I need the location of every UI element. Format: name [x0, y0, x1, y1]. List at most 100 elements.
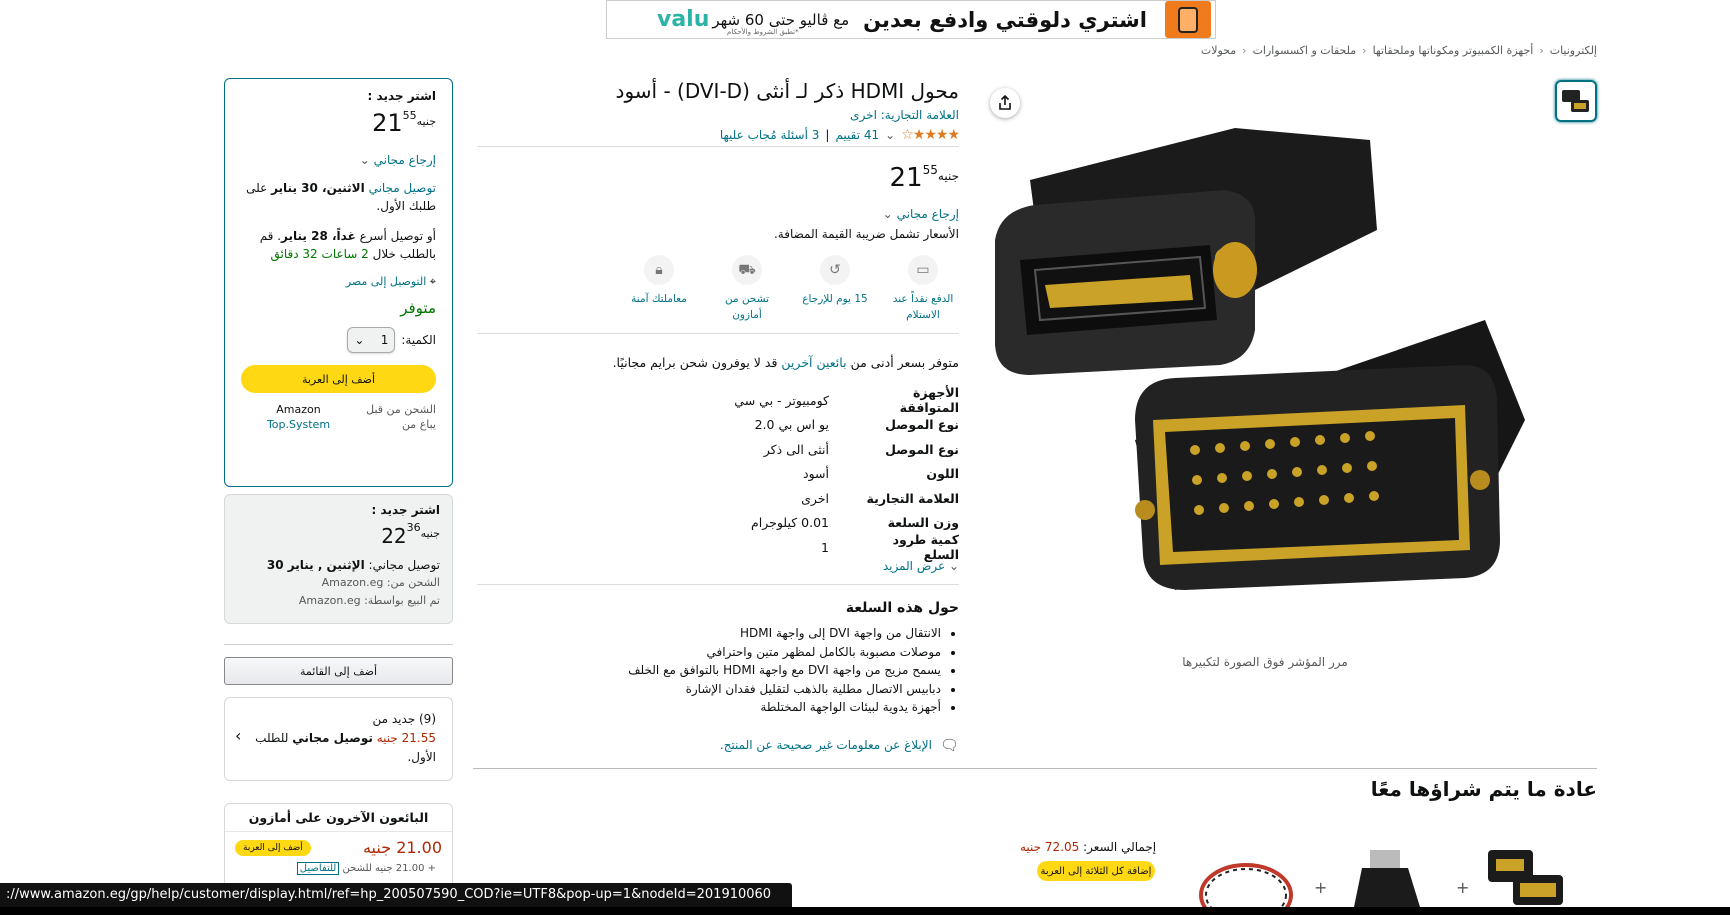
chevron-right-icon: ›	[235, 726, 242, 745]
fbt-title: عادة ما يتم شراؤها معًا	[1370, 777, 1597, 801]
offer-heading: اشتر جديد :	[371, 503, 440, 517]
buybox-price: جنيه2155	[372, 109, 436, 137]
chevron-down-icon: ⌄	[948, 559, 959, 573]
plus-icon: +	[1314, 878, 1328, 897]
divider	[477, 333, 959, 334]
about-heading: حول هذه السلعة	[845, 600, 959, 616]
spec-row: الأجهزة المتوافقة كومبيوتر - بي سي	[734, 385, 959, 416]
offer-sold-by: تم البيع بواسطة: Amazon.eg	[298, 594, 440, 607]
spec-row: العلامة التجارية اخرى	[801, 490, 959, 506]
price-block: جنيه2155	[477, 163, 959, 193]
share-icon	[999, 95, 1011, 110]
fbt-item-adapter[interactable]	[1478, 845, 1578, 907]
return-icon: ↺	[820, 255, 850, 285]
second-offer-box[interactable]: اشتر جديد : جنيه2236 توصيل مجاني: الإثني…	[224, 494, 453, 624]
adapter-thumbnail-image	[1562, 90, 1589, 112]
new-offers-price: 21.55 جنيه توصيل مجاني للطلب الأول.	[255, 731, 436, 764]
quantity-label: الكمية:	[401, 333, 436, 347]
breadcrumb: إلكترونيات ‹ أجهزة الكمبيوتر ومكوناتها و…	[1201, 44, 1597, 57]
buybox-delivery: توصيل مجاني الاثنين، 30 يناير على طلبك ا…	[246, 181, 436, 213]
vat-note: الأسعار تشمل ضريبة القيمة المضافة.	[773, 227, 959, 241]
feature-cash-on-delivery[interactable]: ▭ الدفع نقداً عند الاستلام	[887, 255, 959, 323]
breadcrumb-item[interactable]: إلكترونيات	[1550, 44, 1597, 57]
add-all-three-button[interactable]: إضافة كل الثلاثة إلى العربة	[1037, 861, 1155, 881]
divider	[477, 146, 959, 147]
buy-box: اشتر جديد : جنيه2155 إرجاع مجاني ⌄ توصيل…	[224, 78, 453, 487]
chevron-down-icon[interactable]: ⌄	[885, 128, 895, 142]
chevron-down-icon: ⌄	[882, 207, 893, 221]
offer-delivery: توصيل مجاني: الإثنين , يناير 30	[266, 558, 440, 572]
ratings-count-link[interactable]: 41 تقييم	[835, 128, 879, 142]
answered-questions-link[interactable]: 3 أسئلة مُجاب عليها	[720, 128, 820, 142]
feature-returns[interactable]: ↺ 15 يوم للإرجاع	[799, 255, 871, 323]
in-stock-status: متوفر	[400, 299, 436, 317]
other-seller-shipping: + 21.00 جنيه للشحن للتفاصيل	[225, 862, 452, 875]
valu-logo: valu	[657, 7, 710, 32]
ad-banner[interactable]: اشتري دلوقتي وادفع بعدين مع ڤاليو حتى 60…	[606, 0, 1216, 39]
deliver-to-location[interactable]: ⌖ التوصيل إلى مصر	[241, 273, 436, 291]
fbt-item-hdmi-plug[interactable]	[1340, 840, 1440, 907]
cheaper-offers: متوفر بسعر أدنى من بائعين آخرين قد لا يو…	[612, 355, 959, 370]
divider	[477, 584, 959, 585]
seller-link[interactable]: Top.System	[241, 418, 356, 431]
star-rating-icon[interactable]: ★★★★☆	[901, 127, 960, 143]
product-title: محول HDMI ذكر لـ أنثى (DVI-D) - أسود	[615, 79, 959, 103]
list-item: أجهزة يدوية لبيئات الواجهة المختلطة	[477, 698, 941, 717]
image-thumbnail[interactable]	[1555, 80, 1597, 122]
list-item: يسمح مزيج من واجهة DVI مع واجهة HDMI بال…	[477, 661, 941, 680]
new-offers-count: (9) جديد من	[372, 712, 436, 726]
other-seller-price: 21.00 جنيه	[362, 838, 442, 857]
other-sellers-link[interactable]: بائعين آخرين	[781, 355, 846, 370]
main-product-image[interactable]	[985, 120, 1555, 610]
buybox-fast-delivery: أو توصيل أسرع غداً، 28 يناير. قم بالطلب …	[259, 229, 436, 261]
comment-icon: 🗨︎	[939, 736, 959, 754]
status-bar-url: ://www.amazon.eg/gp/help/customer/displa…	[0, 883, 792, 907]
spec-row: اللون أسود	[803, 466, 959, 482]
new-offers-box[interactable]: (9) جديد من 21.55 جنيه توصيل مجاني للطلب…	[224, 697, 453, 781]
about-bullets: الانتقال من واجهة DVI إلى واجهة HDMI موص…	[477, 624, 959, 717]
rating-row: ★★★★☆ ⌄ 41 تقييم | 3 أسئلة مُجاب عليها	[477, 127, 960, 143]
free-returns-link[interactable]: إرجاع مجاني ⌄	[477, 207, 959, 221]
spec-row: نوع الموصل أنثى الى ذكر	[763, 441, 959, 457]
buybox-returns[interactable]: إرجاع مجاني ⌄	[241, 151, 436, 169]
list-item: الانتقال من واجهة DVI إلى واجهة HDMI	[477, 624, 941, 643]
plus-icon: +	[1456, 878, 1470, 897]
banner-note: *تطبق الشروط والأحكام	[727, 28, 799, 36]
quantity-selector-row: الكمية: 1 ⌄	[241, 327, 436, 353]
truck-icon: ⛟	[732, 255, 762, 285]
wallet-icon	[1165, 1, 1211, 38]
list-item: دبابيس الاتصال مطلية بالذهب لتقليل فقدان…	[477, 680, 941, 699]
quantity-dropdown[interactable]: 1 ⌄	[347, 327, 396, 353]
breadcrumb-item[interactable]: محولات	[1201, 44, 1236, 57]
brand-link[interactable]: العلامة التجارية: اخرى	[477, 108, 959, 122]
fbt-total: إجمالي السعر: 72.05 جنيه	[1020, 840, 1157, 854]
buybox-heading: اشتر جديد :	[367, 89, 436, 103]
details-link[interactable]: للتفاصيل	[296, 862, 340, 875]
breadcrumb-item[interactable]: ملحقات و اكسسوارات	[1253, 44, 1357, 57]
section-divider	[473, 768, 1597, 769]
product-price: جنيه2155	[889, 163, 959, 193]
fbt-item-hdmi-cable[interactable]	[1196, 855, 1296, 907]
spec-row: كمية طرود السلع 1	[821, 532, 959, 563]
add-to-cart-button[interactable]: أضف إلى العربة	[241, 365, 436, 393]
offer-price: جنيه2236	[381, 521, 440, 548]
see-more-link[interactable]: ⌄ عرض المزيد	[477, 559, 959, 573]
other-sellers-title: البائعون الآخرون على أمازون	[225, 804, 452, 832]
share-button[interactable]	[990, 88, 1020, 118]
breadcrumb-separator: ‹	[1539, 44, 1544, 57]
bottom-bar	[0, 907, 1730, 915]
add-to-list-button[interactable]: أضف إلى القائمة	[224, 657, 453, 685]
seller-info: الشحن من قبل Amazon يباع من Top.System	[241, 403, 436, 431]
cash-icon: ▭	[908, 255, 938, 285]
divider	[224, 644, 453, 645]
feature-secure-transaction[interactable]: 🔒︎ معاملتك آمنة	[623, 255, 695, 323]
other-seller-add-to-cart[interactable]: أضف إلى العربة	[235, 839, 311, 856]
breadcrumb-item[interactable]: أجهزة الكمبيوتر ومكوناتها وملحقاتها	[1373, 44, 1534, 57]
report-incorrect-info[interactable]: 🗨︎ الإبلاغ عن معلومات غير صحيحة عن المنت…	[477, 736, 959, 754]
feature-amazon-shipping[interactable]: ⛟ تشحن من أمازون	[711, 255, 783, 323]
breadcrumb-separator: ‹	[1362, 44, 1367, 57]
separator: |	[825, 128, 830, 142]
lock-icon: 🔒︎	[644, 255, 674, 285]
banner-subtext: مع ڤاليو حتى 60 شهر	[712, 10, 850, 29]
spec-table: الأجهزة المتوافقة كومبيوتر - بي سي نوع ال…	[477, 385, 959, 563]
